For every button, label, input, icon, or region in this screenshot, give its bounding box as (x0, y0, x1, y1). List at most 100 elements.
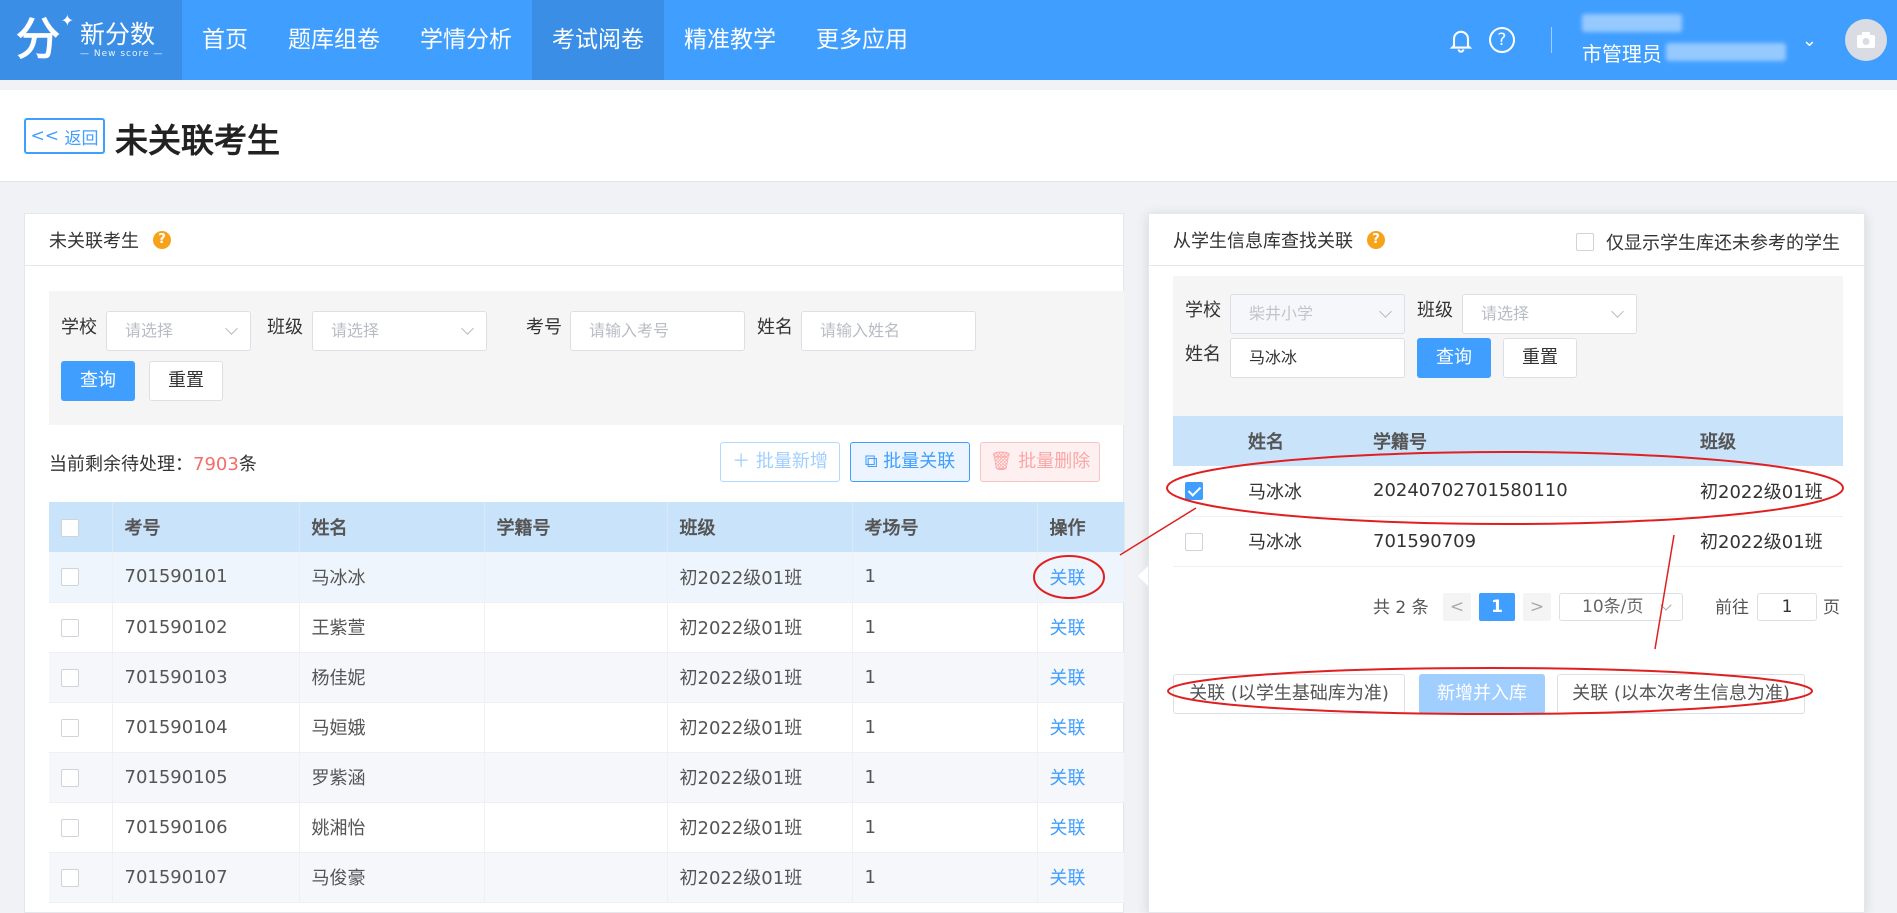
school-select[interactable]: 请选择 (106, 311, 251, 351)
user-role: 市管理员 (1581, 41, 1662, 66)
room-cell: 1 (852, 852, 1038, 903)
table-header: 考号 姓名 学籍号 班级 考场号 操作 (49, 502, 1125, 552)
help-icon[interactable]: ? (1367, 230, 1385, 249)
user-info[interactable]: 市管理员 (1581, 13, 1802, 67)
table-header: 姓名 学籍号 班级 (1173, 416, 1843, 466)
row-checkbox[interactable] (1185, 532, 1203, 551)
logo-icon: 分 ✦ (16, 11, 74, 65)
next-page-button[interactable]: > (1523, 593, 1551, 621)
row-checkbox[interactable] (61, 718, 79, 737)
room-cell: 1 (852, 602, 1038, 653)
user-name-redacted (1581, 13, 1682, 32)
total-count: 共 2 条 (1373, 598, 1429, 618)
row-checkbox[interactable] (61, 768, 79, 787)
select-all-checkbox[interactable] (61, 518, 79, 537)
link-action[interactable]: 关联 (1050, 868, 1086, 889)
row-checkbox[interactable] (61, 618, 79, 637)
filter-bar: 学校 请选择 班级 请选择 考号 请输入考号 姓名 请输入姓名 查询 重置 (49, 291, 1124, 425)
only-unattended-toggle[interactable]: 仅显示学生库还未参考的学生 (1576, 229, 1840, 255)
link-action[interactable]: 关联 (1050, 668, 1086, 689)
name-cell: 王紫萱 (299, 602, 485, 653)
exam-no-cell: 701590103 (112, 652, 300, 703)
divider (1550, 27, 1552, 53)
user-org-redacted (1665, 43, 1786, 61)
batch-add-button[interactable]: ＋ 批量新增 (720, 442, 840, 482)
row-checkbox[interactable] (61, 868, 79, 887)
avatar[interactable] (1845, 19, 1887, 61)
prev-page-button[interactable]: < (1443, 593, 1471, 621)
table-row[interactable]: 701590106 姚湘怡 初2022级01班 1 关联 (49, 802, 1125, 853)
exam-no-cell: 701590106 (112, 802, 300, 853)
name-input[interactable]: 马冰冰 (1230, 338, 1405, 378)
class-cell: 初2022级01班 (667, 702, 853, 753)
help-icon[interactable]: ? (1488, 27, 1515, 53)
chevron-down-icon[interactable]: ⌄ (1802, 30, 1817, 51)
goto-page-input[interactable]: 1 (1757, 593, 1817, 621)
current-page[interactable]: 1 (1479, 593, 1515, 621)
school-select[interactable]: 柴井小学 (1230, 294, 1405, 334)
row-checkbox[interactable] (61, 818, 79, 837)
name-cell: 姚湘怡 (299, 802, 485, 853)
class-select[interactable]: 请选择 (1462, 294, 1637, 334)
column-header: 操作 (1037, 502, 1125, 552)
table-row[interactable]: 701590102 王紫萱 初2022级01班 1 关联 (49, 602, 1125, 653)
class-cell: 初2022级01班 (667, 652, 853, 703)
column-header: 考号 (112, 502, 300, 552)
table-row[interactable]: 701590104 马姮娥 初2022级01班 1 关联 (49, 702, 1125, 753)
nav-item-analysis[interactable]: 学情分析 (400, 0, 532, 80)
name-cell: 罗紫涵 (299, 752, 485, 803)
query-button[interactable]: 查询 (1417, 338, 1491, 378)
brand-logo[interactable]: 分 ✦ 新分数 — New score — (0, 0, 182, 80)
brand-slogan: — New score — (80, 49, 164, 59)
link-action[interactable]: 关联 (1050, 618, 1086, 639)
class-cell: 初2022级01班 (1688, 466, 1843, 517)
row-checkbox[interactable] (1185, 482, 1203, 501)
only-unattended-label: 仅显示学生库还未参考的学生 (1606, 233, 1840, 254)
link-action[interactable]: 关联 (1050, 718, 1086, 739)
table-row[interactable]: 马冰冰 20240702701580110 初2022级01班 (1173, 466, 1843, 517)
query-button[interactable]: 查询 (61, 361, 135, 401)
name-cell: 马冰冰 (299, 552, 485, 603)
bell-icon[interactable] (1447, 26, 1475, 54)
student-table: 姓名 学籍号 班级 马冰冰 20240702701580110 初2022级01… (1173, 416, 1843, 567)
batch-link-button[interactable]: ⧉ 批量关联 (850, 442, 970, 482)
batch-delete-button[interactable]: 🗑 批量删除 (980, 442, 1100, 482)
nav-item-more-apps[interactable]: 更多应用 (796, 0, 928, 80)
column-header: 班级 (1688, 416, 1843, 466)
row-checkbox[interactable] (61, 568, 79, 587)
link-by-base-button[interactable]: 关联 (以学生基础库为准) (1173, 674, 1405, 714)
page-size-select[interactable]: 10条/页 (1559, 593, 1683, 621)
link-action[interactable]: 关联 (1050, 818, 1086, 839)
add-to-library-button[interactable]: 新增并入库 (1419, 674, 1545, 714)
class-label: 班级 (1417, 300, 1453, 321)
select-all-header (49, 502, 113, 552)
class-cell: 初2022级01班 (1688, 516, 1843, 567)
nav-item-home[interactable]: 首页 (182, 0, 268, 80)
nav-item-question-bank[interactable]: 题库组卷 (268, 0, 400, 80)
back-button[interactable]: << 返回 (24, 118, 105, 154)
room-cell: 1 (852, 652, 1038, 703)
class-cell: 初2022级01班 (667, 602, 853, 653)
link-by-exam-button[interactable]: 关联 (以本次考生信息为准) (1557, 674, 1805, 714)
room-cell: 1 (852, 752, 1038, 803)
nav-item-exam-marking[interactable]: 考试阅卷 (532, 0, 664, 80)
link-action[interactable]: 关联 (1050, 768, 1086, 789)
name-input[interactable]: 请输入姓名 (801, 311, 976, 351)
row-checkbox[interactable] (61, 668, 79, 687)
exam-no-input[interactable]: 请输入考号 (570, 311, 745, 351)
only-unattended-checkbox[interactable] (1576, 233, 1594, 251)
table-row[interactable]: 701590101 马冰冰 初2022级01班 1 关联 (49, 552, 1125, 603)
nav-item-teaching[interactable]: 精准教学 (664, 0, 796, 80)
panel-title: 未关联考生 (49, 230, 139, 252)
table-row[interactable]: 701590103 杨佳妮 初2022级01班 1 关联 (49, 652, 1125, 703)
table-row[interactable]: 701590105 罗紫涵 初2022级01班 1 关联 (49, 752, 1125, 803)
class-select[interactable]: 请选择 (312, 311, 487, 351)
link-action[interactable]: 关联 (1050, 568, 1086, 589)
student-lookup-panel: 从学生信息库查找关联 ? 仅显示学生库还未参考的学生 学校 柴井小学 班级 请选… (1148, 213, 1865, 913)
help-icon[interactable]: ? (153, 230, 171, 249)
reset-button[interactable]: 重置 (1503, 338, 1577, 378)
table-row[interactable]: 701590107 马俊豪 初2022级01班 1 关联 (49, 852, 1125, 903)
reset-button[interactable]: 重置 (149, 361, 223, 401)
table-row[interactable]: 马冰冰 701590709 初2022级01班 (1173, 516, 1843, 567)
class-cell: 初2022级01班 (667, 852, 853, 903)
